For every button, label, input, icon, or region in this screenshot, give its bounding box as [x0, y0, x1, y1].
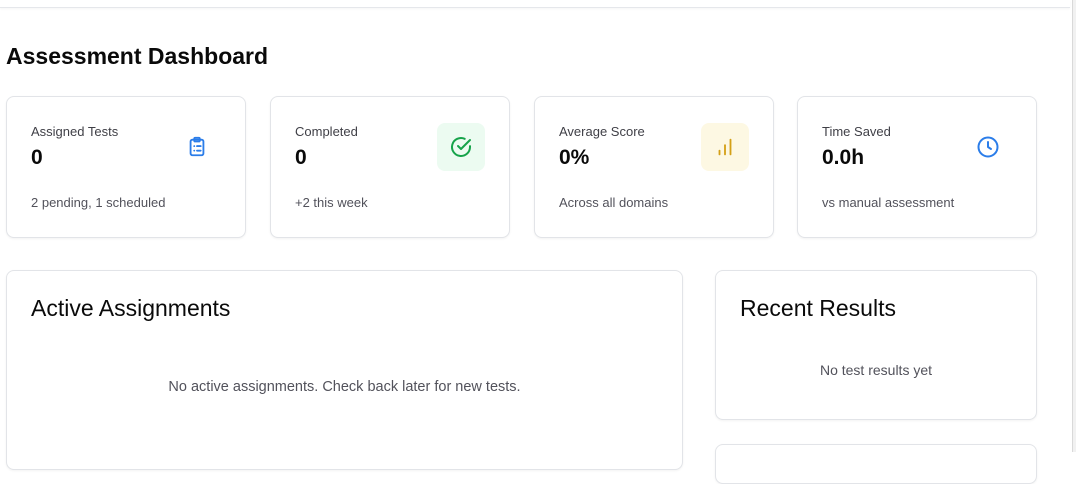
- empty-state-text: No test results yet: [819, 362, 933, 378]
- page-title: Assessment Dashboard: [6, 43, 269, 69]
- check-circle-icon: [437, 123, 485, 171]
- stat-subtext: vs manual assessment: [822, 195, 955, 210]
- scrollbar[interactable]: [1072, 0, 1076, 452]
- stat-value: 0: [295, 146, 307, 169]
- stat-subtext: Across all domains: [559, 195, 669, 210]
- stat-subtext: +2 this week: [295, 195, 368, 210]
- active-assignments-panel: Active Assignments No active assignments…: [6, 270, 683, 470]
- empty-state-text: No active assignments. Check back later …: [168, 379, 521, 395]
- stat-value: 0%: [559, 146, 590, 169]
- stat-label: Completed: [295, 124, 358, 139]
- stat-card-assigned-tests: Assigned Tests 0 2 pending, 1 scheduled: [6, 96, 246, 238]
- stat-card-average-score: Average Score 0% Across all domains: [534, 96, 774, 238]
- stat-subtext: 2 pending, 1 scheduled: [31, 195, 166, 210]
- panel-title: Active Assignments: [31, 295, 231, 321]
- stat-label: Assigned Tests: [31, 124, 119, 139]
- stat-card-completed: Completed 0 +2 this week: [270, 96, 510, 238]
- stat-value: 0.0h: [822, 146, 865, 169]
- stat-value: 0: [31, 146, 43, 169]
- recent-results-panel: Recent Results No test results yet: [715, 270, 1037, 420]
- stat-card-time-saved: Time Saved 0.0h vs manual assessment: [797, 96, 1037, 238]
- clock-icon: [964, 123, 1012, 171]
- bar-chart-icon: [701, 123, 749, 171]
- clipboard-icon: [173, 123, 221, 171]
- top-bar: [0, 0, 1070, 8]
- stat-label: Time Saved: [822, 124, 891, 139]
- panel-title: Recent Results: [740, 295, 896, 321]
- next-panel: [715, 444, 1037, 484]
- stat-label: Average Score: [559, 124, 645, 139]
